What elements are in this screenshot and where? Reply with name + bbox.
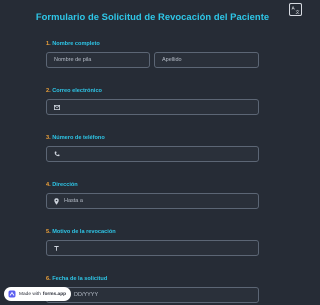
date-input[interactable]: DD/YYYY [46,287,259,303]
form-page: Formulario de Solicitud de Revocación de… [0,0,305,305]
phone-icon [54,151,60,157]
translate-icon: A 文 [291,6,300,15]
question-label-address: 4. Dirección [46,182,78,188]
last-name-input[interactable]: Apellido [154,52,259,68]
date-placeholder: DD/YYYY [74,292,99,298]
first-name-placeholder: Nombre de pila [54,57,92,63]
address-placeholder: Hasta a [64,198,83,204]
forms-app-logo-icon [8,290,16,298]
question-label-reason: 5. Motivo de la revocación [46,229,116,235]
badge-brand: forms.app [42,291,67,297]
address-input[interactable]: Hasta a [46,193,259,209]
last-name-placeholder: Apellido [162,57,182,63]
reason-input[interactable] [46,240,259,256]
badge-prefix: Made with [19,291,41,297]
made-with-badge[interactable]: Made with forms.app [4,287,71,301]
first-name-input[interactable]: Nombre de pila [46,52,150,68]
question-label-email: 2. Correo electrónico [46,88,102,94]
question-label-phone: 3. Número de teléfono [46,135,105,141]
question-label-full-name: 1. Nombre completo [46,41,100,47]
email-input[interactable] [46,99,259,115]
text-icon [54,245,59,251]
form-title: Formulario de Solicitud de Revocación de… [35,11,270,22]
location-pin-icon [54,197,59,205]
question-label-date: 6. Fecha de la solicitud [46,276,108,282]
phone-input[interactable] [46,146,259,162]
svg-text:文: 文 [296,8,300,14]
envelope-icon [54,104,60,110]
language-button[interactable]: A 文 [289,3,302,16]
